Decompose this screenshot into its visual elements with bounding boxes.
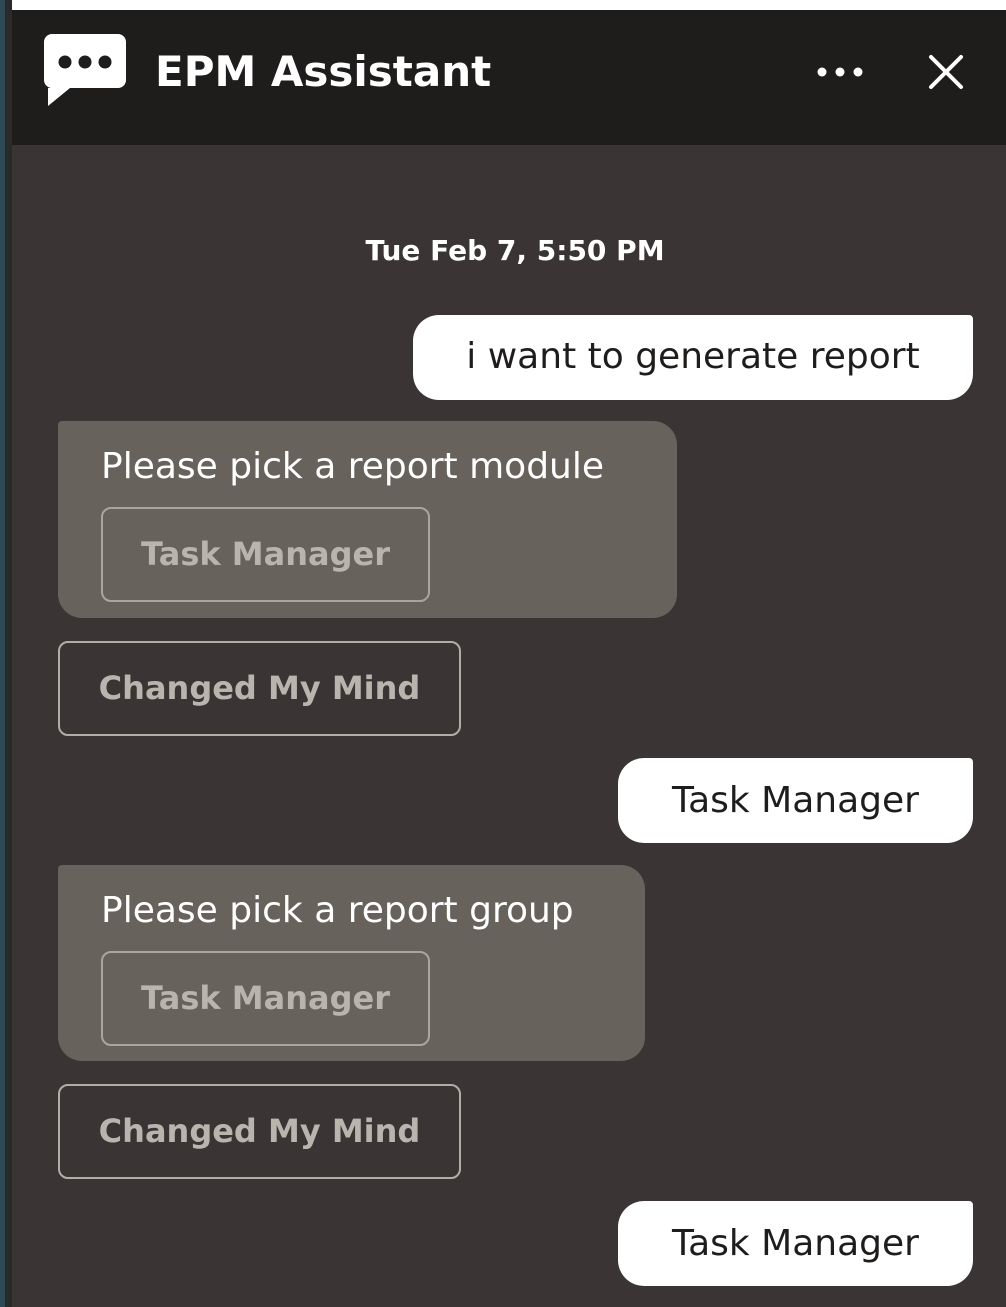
close-button[interactable]: [926, 52, 966, 92]
choice-button-task-manager[interactable]: Task Manager: [101, 951, 430, 1046]
more-options-button[interactable]: [812, 54, 868, 90]
more-horizontal-icon: [817, 67, 863, 77]
bot-message-text: Please pick a report module: [101, 446, 605, 487]
bot-message-card: Please pick a report group Task Manager: [58, 865, 645, 1061]
user-message-text: i want to generate report: [466, 336, 920, 377]
changed-my-mind-button[interactable]: Changed My Mind: [58, 641, 461, 736]
user-message: Task Manager: [618, 758, 973, 843]
bot-message-text: Please pick a report group: [101, 890, 574, 931]
user-message-text: Task Manager: [672, 1223, 919, 1264]
conversation-timestamp: Tue Feb 7, 5:50 PM: [365, 234, 665, 267]
assistant-window: EPM Assistant Tue Feb 7, 5:50 PM i want …: [0, 0, 1006, 1307]
changed-my-mind-button[interactable]: Changed My Mind: [58, 1084, 461, 1179]
user-message: i want to generate report: [413, 315, 973, 400]
bot-message-card: Please pick a report module Task Manager: [58, 421, 677, 618]
close-icon: [929, 55, 963, 89]
window-top-edge: [12, 0, 1006, 10]
app-title: EPM Assistant: [155, 47, 492, 96]
user-message: Task Manager: [618, 1201, 973, 1286]
user-message-text: Task Manager: [672, 780, 919, 821]
window-edge: [0, 0, 12, 1307]
assistant-header: EPM Assistant: [12, 10, 1006, 145]
choice-button-task-manager[interactable]: Task Manager: [101, 507, 430, 602]
chat-bubble-icon: [44, 34, 126, 106]
